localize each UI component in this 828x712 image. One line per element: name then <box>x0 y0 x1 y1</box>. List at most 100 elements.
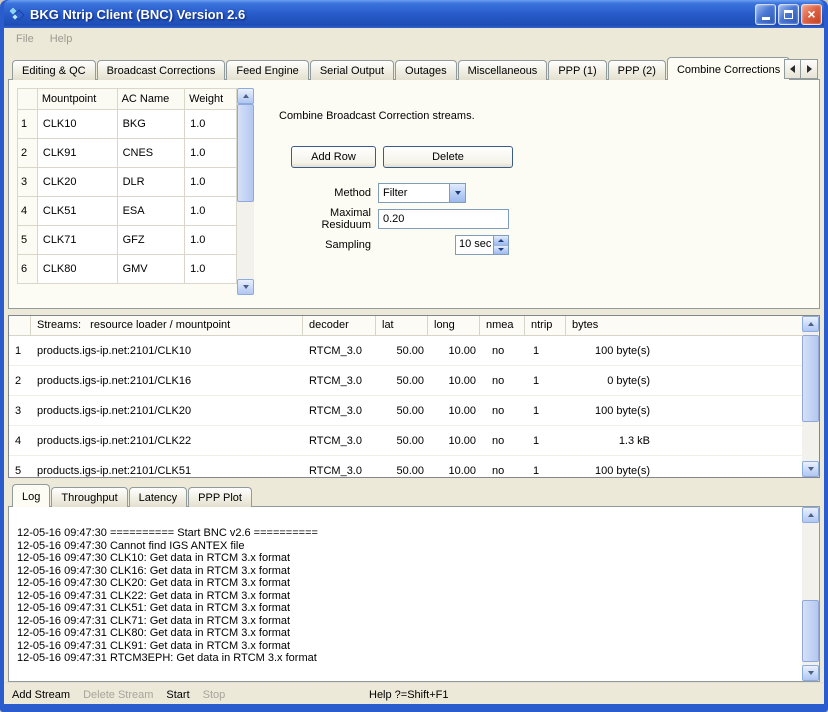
sampling-spinbox[interactable]: 10 sec <box>455 235 509 255</box>
tab-throughput[interactable]: Throughput <box>51 487 127 507</box>
scrollbar-up-button[interactable] <box>237 88 254 104</box>
statusbar: Add StreamDelete StreamStartStop Help ?=… <box>4 682 824 707</box>
col-header-lat[interactable]: lat <box>376 316 428 335</box>
delete-button[interactable]: Delete <box>383 146 513 168</box>
tab-miscellaneous[interactable]: Miscellaneous <box>458 60 548 80</box>
scrollbar-down-button[interactable] <box>802 665 819 681</box>
table-cell[interactable]: 1.0 <box>185 139 237 168</box>
combine-table-row[interactable]: 1CLK10BKG1.0 <box>18 110 237 139</box>
scrollbar-down-button[interactable] <box>237 279 254 295</box>
combine-corrections-page: Mountpoint AC Name Weight 1CLK10BKG1.02C… <box>8 79 820 309</box>
stream-cell: 1 <box>525 375 566 387</box>
combine-table-row[interactable]: 5CLK71GFZ1.0 <box>18 226 237 255</box>
col-header-decoder[interactable]: decoder <box>303 316 376 335</box>
combine-table-scrollbar[interactable] <box>237 88 254 295</box>
table-cell[interactable]: 1.0 <box>185 255 237 284</box>
table-cell[interactable]: CLK71 <box>37 226 117 255</box>
table-cell[interactable]: CLK20 <box>37 168 117 197</box>
scrollbar-thumb[interactable] <box>802 600 819 662</box>
tab-ppp-plot[interactable]: PPP Plot <box>188 487 252 507</box>
tab-scroll-right-button[interactable] <box>801 59 818 79</box>
tab-log[interactable]: Log <box>12 484 50 507</box>
maximal-residuum-row: Maximal Residuum <box>279 206 807 232</box>
stream-cell: RTCM_3.0 <box>303 375 376 387</box>
table-cell[interactable]: 1.0 <box>185 110 237 139</box>
add-row-button[interactable]: Add Row <box>291 146 376 168</box>
tab-ppp-1[interactable]: PPP (1) <box>548 60 606 80</box>
log-line: 12-05-16 09:47:31 CLK80: Get data in RTC… <box>17 627 794 640</box>
stream-row[interactable]: 3products.igs-ip.net:2101/CLK20RTCM_3.05… <box>9 396 802 426</box>
table-cell[interactable]: GFZ <box>117 226 185 255</box>
tab-outages[interactable]: Outages <box>395 60 457 80</box>
stream-row[interactable]: 2products.igs-ip.net:2101/CLK16RTCM_3.05… <box>9 366 802 396</box>
scrollbar-track[interactable] <box>802 332 819 461</box>
combine-table-row[interactable]: 4CLK51ESA1.0 <box>18 197 237 226</box>
col-header-weight[interactable]: Weight <box>185 89 237 110</box>
titlebar[interactable]: BKG Ntrip Client (BNC) Version 2.6 × <box>4 0 824 28</box>
table-cell[interactable]: 1.0 <box>185 197 237 226</box>
stream-cell: 50.00 <box>376 405 428 417</box>
table-cell[interactable]: 1.0 <box>185 168 237 197</box>
app-window: BKG Ntrip Client (BNC) Version 2.6 × Fil… <box>0 0 828 712</box>
table-cell[interactable]: CLK10 <box>37 110 117 139</box>
stream-row[interactable]: 5products.igs-ip.net:2101/CLK51RTCM_3.05… <box>9 456 802 477</box>
tab-latency[interactable]: Latency <box>129 487 188 507</box>
combine-table-row[interactable]: 6CLK80GMV1.0 <box>18 255 237 284</box>
col-header-ac-name[interactable]: AC Name <box>117 89 185 110</box>
table-cell[interactable]: DLR <box>117 168 185 197</box>
streams-scrollbar[interactable] <box>802 316 819 477</box>
scrollbar-up-button[interactable] <box>802 507 819 523</box>
action-start[interactable]: Start <box>166 689 189 701</box>
stream-row[interactable]: 1products.igs-ip.net:2101/CLK10RTCM_3.05… <box>9 336 802 366</box>
tab-feed-engine[interactable]: Feed Engine <box>226 60 308 80</box>
menu-help[interactable]: Help <box>42 31 81 47</box>
maximize-button[interactable] <box>778 4 799 25</box>
tab-editing-qc[interactable]: Editing & QC <box>12 60 96 80</box>
combine-table-body: 1CLK10BKG1.02CLK91CNES1.03CLK20DLR1.04CL… <box>18 110 237 284</box>
scrollbar-down-button[interactable] <box>802 461 819 477</box>
window-title: BKG Ntrip Client (BNC) Version 2.6 <box>30 7 753 22</box>
action-add-stream[interactable]: Add Stream <box>12 689 70 701</box>
table-cell[interactable]: BKG <box>117 110 185 139</box>
tab-broadcast-corrections[interactable]: Broadcast Corrections <box>97 60 226 80</box>
col-header-nmea[interactable]: nmea <box>480 316 525 335</box>
combine-table-row[interactable]: 2CLK91CNES1.0 <box>18 139 237 168</box>
table-cell[interactable]: GMV <box>117 255 185 284</box>
spin-down-button[interactable] <box>494 246 508 255</box>
tab-serial-output[interactable]: Serial Output <box>310 60 394 80</box>
scrollbar-thumb[interactable] <box>237 104 254 202</box>
combine-table-header-row: Mountpoint AC Name Weight <box>18 89 237 110</box>
combo-dropdown-button[interactable] <box>449 184 465 202</box>
col-header-bytes[interactable]: bytes <box>566 316 786 335</box>
arrow-down-icon <box>808 467 814 471</box>
col-header-long[interactable]: long <box>428 316 480 335</box>
table-cell[interactable]: CLK51 <box>37 197 117 226</box>
close-button[interactable]: × <box>801 4 822 25</box>
tab-scroll-left-button[interactable] <box>784 59 801 79</box>
menu-file[interactable]: File <box>8 31 42 47</box>
scrollbar-thumb[interactable] <box>802 335 819 423</box>
stream-row[interactable]: 4products.igs-ip.net:2101/CLK22RTCM_3.05… <box>9 426 802 456</box>
col-header-resource[interactable]: Streams: resource loader / mountpoint <box>31 316 303 335</box>
spin-up-button[interactable] <box>494 236 508 246</box>
table-cell[interactable]: 1.0 <box>185 226 237 255</box>
stream-cell: 1 <box>9 345 31 357</box>
tab-ppp-2[interactable]: PPP (2) <box>608 60 666 80</box>
combine-table-row[interactable]: 3CLK20DLR1.0 <box>18 168 237 197</box>
minimize-button[interactable] <box>755 4 776 25</box>
maximal-residuum-input[interactable] <box>378 209 509 229</box>
col-header-ntrip[interactable]: ntrip <box>525 316 566 335</box>
stream-cell: 100 byte(s) <box>566 345 654 357</box>
table-cell[interactable]: CNES <box>117 139 185 168</box>
corner-header <box>18 89 38 110</box>
col-header-mountpoint[interactable]: Mountpoint <box>37 89 117 110</box>
method-select[interactable]: Filter <box>378 183 466 203</box>
scrollbar-up-button[interactable] <box>802 316 819 332</box>
scrollbar-track[interactable] <box>237 104 254 279</box>
table-cell[interactable]: CLK91 <box>37 139 117 168</box>
table-cell[interactable]: CLK80 <box>37 255 117 284</box>
scrollbar-track[interactable] <box>802 523 819 665</box>
table-cell[interactable]: ESA <box>117 197 185 226</box>
log-scrollbar[interactable] <box>802 507 819 681</box>
tab-combine-corrections[interactable]: Combine Corrections <box>667 57 790 80</box>
